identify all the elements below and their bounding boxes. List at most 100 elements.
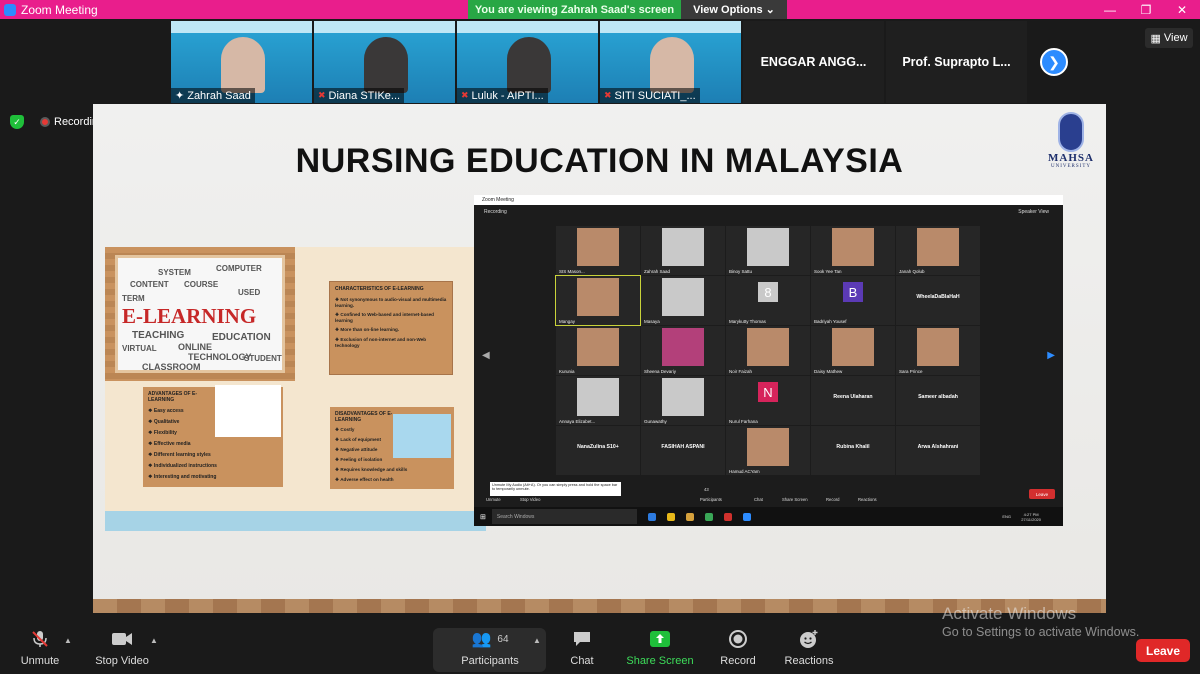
record-dot-icon: [40, 117, 50, 127]
leave-button[interactable]: Leave: [1136, 639, 1190, 662]
participant-video: [507, 37, 551, 93]
participant-name: Noir Faizah: [729, 369, 753, 374]
muted-mic-icon: ✖: [461, 90, 469, 100]
inner-title-bar: Zoom Meeting: [474, 195, 1063, 205]
smiley-plus-icon: [782, 625, 836, 653]
record-label: Record: [720, 655, 756, 667]
list-item: ❖ Different learning styles: [148, 452, 211, 458]
participant-video: [917, 228, 959, 266]
stop-video-button[interactable]: Stop Video: [90, 625, 154, 674]
participant-name: Masaya: [644, 319, 660, 324]
chat-button[interactable]: Chat: [560, 625, 604, 674]
university-logo: MAHSA UNIVERSITY: [1048, 112, 1094, 169]
participant-video: [832, 328, 874, 366]
participant-tile: Masaya: [641, 276, 725, 325]
video-options-caret-icon[interactable]: ▲: [150, 636, 158, 645]
elearning-collage: SYSTEM COMPUTER CONTENT USED COURSE TEAC…: [105, 247, 486, 531]
video-thumbnail[interactable]: ✖ SITI SUCIATI_...: [600, 21, 741, 103]
video-thumbnail[interactable]: ✦ Zahrah Saad: [171, 21, 312, 103]
video-thumbnail[interactable]: ✖ Diana STIKe...: [314, 21, 455, 103]
participant-video: [662, 278, 704, 316]
app-icon: [704, 512, 713, 521]
list-item: ❖ More than on-line learning.: [335, 327, 400, 332]
unmute-label: Unmute: [20, 655, 60, 667]
participant-tile: 8 Marykutty Thomas: [726, 276, 810, 325]
participant-video: [650, 37, 694, 93]
participant-name: Daisy Mathew: [814, 369, 843, 374]
participant-name: Sheena Devariy: [644, 369, 677, 374]
close-icon[interactable]: ✕: [1164, 0, 1200, 19]
crest-icon: [1058, 112, 1084, 152]
participant-name: Badriyah Yousef: [814, 319, 847, 324]
participant-name: Arwa Alshahrani: [917, 444, 959, 450]
edge-icon: [647, 512, 656, 521]
maximize-icon[interactable]: ❐: [1128, 0, 1164, 19]
participants-label: Participants: [461, 655, 519, 667]
participant-video: [917, 328, 959, 366]
minimize-icon[interactable]: —: [1092, 0, 1128, 19]
participant-tile: B Badriyah Yousef: [811, 276, 895, 325]
participant-tile: N Nurul Farhana: [726, 376, 810, 425]
participant-video: [221, 37, 265, 93]
participant-tile: Sara Prince: [896, 326, 980, 375]
security-shield-icon[interactable]: ✓: [10, 115, 24, 129]
participant-tile: Annaya Elizabet...: [556, 376, 640, 425]
zoom-window: Zoom Meeting You are viewing Zahrah Saad…: [0, 0, 1200, 674]
participant-tile: SIS Mason...: [556, 226, 640, 275]
muted-mic-icon: ✖: [604, 90, 612, 100]
chat-bubble-icon: [560, 625, 604, 653]
participant-tile: Sook Yee Tan: [811, 226, 895, 275]
participant-tile: Sameer albadah: [896, 376, 980, 425]
folder-icon: [685, 512, 694, 521]
zoom-taskbar-icon: [742, 512, 751, 521]
view-button[interactable]: ▦ View: [1145, 28, 1193, 48]
participant-tile: Noir Faizah: [726, 326, 810, 375]
participant-name: Luluk - AIPTI...: [471, 89, 544, 102]
slide-title: NURSING EDUCATION IN MALAYSIA: [295, 142, 904, 180]
window-controls: — ❐ ✕: [1092, 0, 1200, 19]
chevron-left-icon: ◀: [482, 350, 490, 361]
participants-button[interactable]: 👥 64 Participants: [456, 625, 524, 674]
reactions-button[interactable]: Reactions: [782, 625, 836, 674]
windows-taskbar: ⊞ Search Windows ENG 4:27 PM 27/11/2020: [474, 507, 1063, 526]
unmute-button[interactable]: Unmute: [10, 625, 70, 674]
grid-icon: ▦: [1150, 32, 1161, 45]
logo-subtext: UNIVERSITY: [1051, 164, 1091, 169]
participant-video: [832, 228, 874, 266]
name-tile[interactable]: ENGGAR ANGG...: [743, 21, 884, 103]
participant-video: [747, 328, 789, 366]
record-button[interactable]: Record: [716, 625, 760, 674]
participant-tile: Reena Ulaharan: [811, 376, 895, 425]
next-page-button[interactable]: ❯: [1040, 48, 1068, 76]
list-item: ❖ Not synonymous to audio-visual and mul…: [335, 297, 447, 308]
participant-tile: FASIHAH ASPANI: [641, 426, 725, 475]
participant-name: Annaya Elizabet...: [559, 419, 596, 424]
participant-tile: Janah Qolub: [896, 226, 980, 275]
participants-caret-icon[interactable]: ▲: [533, 636, 541, 645]
participant-name: FASIHAH ASPANI: [661, 444, 705, 450]
participant-tile: Sheena Devariy: [641, 326, 725, 375]
participant-video: [662, 378, 704, 416]
participant-tile: Kurunia: [556, 326, 640, 375]
name-tile[interactable]: Prof. Suprapto L...: [886, 21, 1027, 103]
opera-icon: [723, 512, 732, 521]
view-options-button[interactable]: View Options ⌄: [681, 0, 787, 19]
list-item: ❖ Individualized instructions: [148, 463, 217, 469]
inner-participants-count: 43: [704, 487, 709, 492]
participants-icon: 👥: [471, 631, 492, 648]
participant-tile: Gunawathy: [641, 376, 725, 425]
participant-name: Rubina Khalil: [836, 444, 870, 450]
participant-name: Gunawathy: [644, 419, 667, 424]
wordcloud-image: SYSTEM COMPUTER CONTENT USED COURSE TEAC…: [115, 255, 285, 373]
participants-count: 64: [497, 633, 509, 645]
video-thumbnail[interactable]: ✖ Luluk - AIPTI...: [457, 21, 598, 103]
view-options-label: View Options: [693, 3, 763, 16]
taskbar-clock: 4:27 PM 27/11/2020: [1021, 511, 1041, 522]
participant-name: Sook Yee Tan: [814, 269, 842, 274]
participant-name: Sameer albadah: [918, 394, 958, 400]
share-screen-button[interactable]: Share Screen: [624, 625, 696, 674]
audio-options-caret-icon[interactable]: ▲: [64, 636, 72, 645]
share-screen-icon: [624, 625, 696, 653]
record-icon: [716, 625, 760, 653]
stop-video-label: Stop Video: [95, 655, 149, 667]
